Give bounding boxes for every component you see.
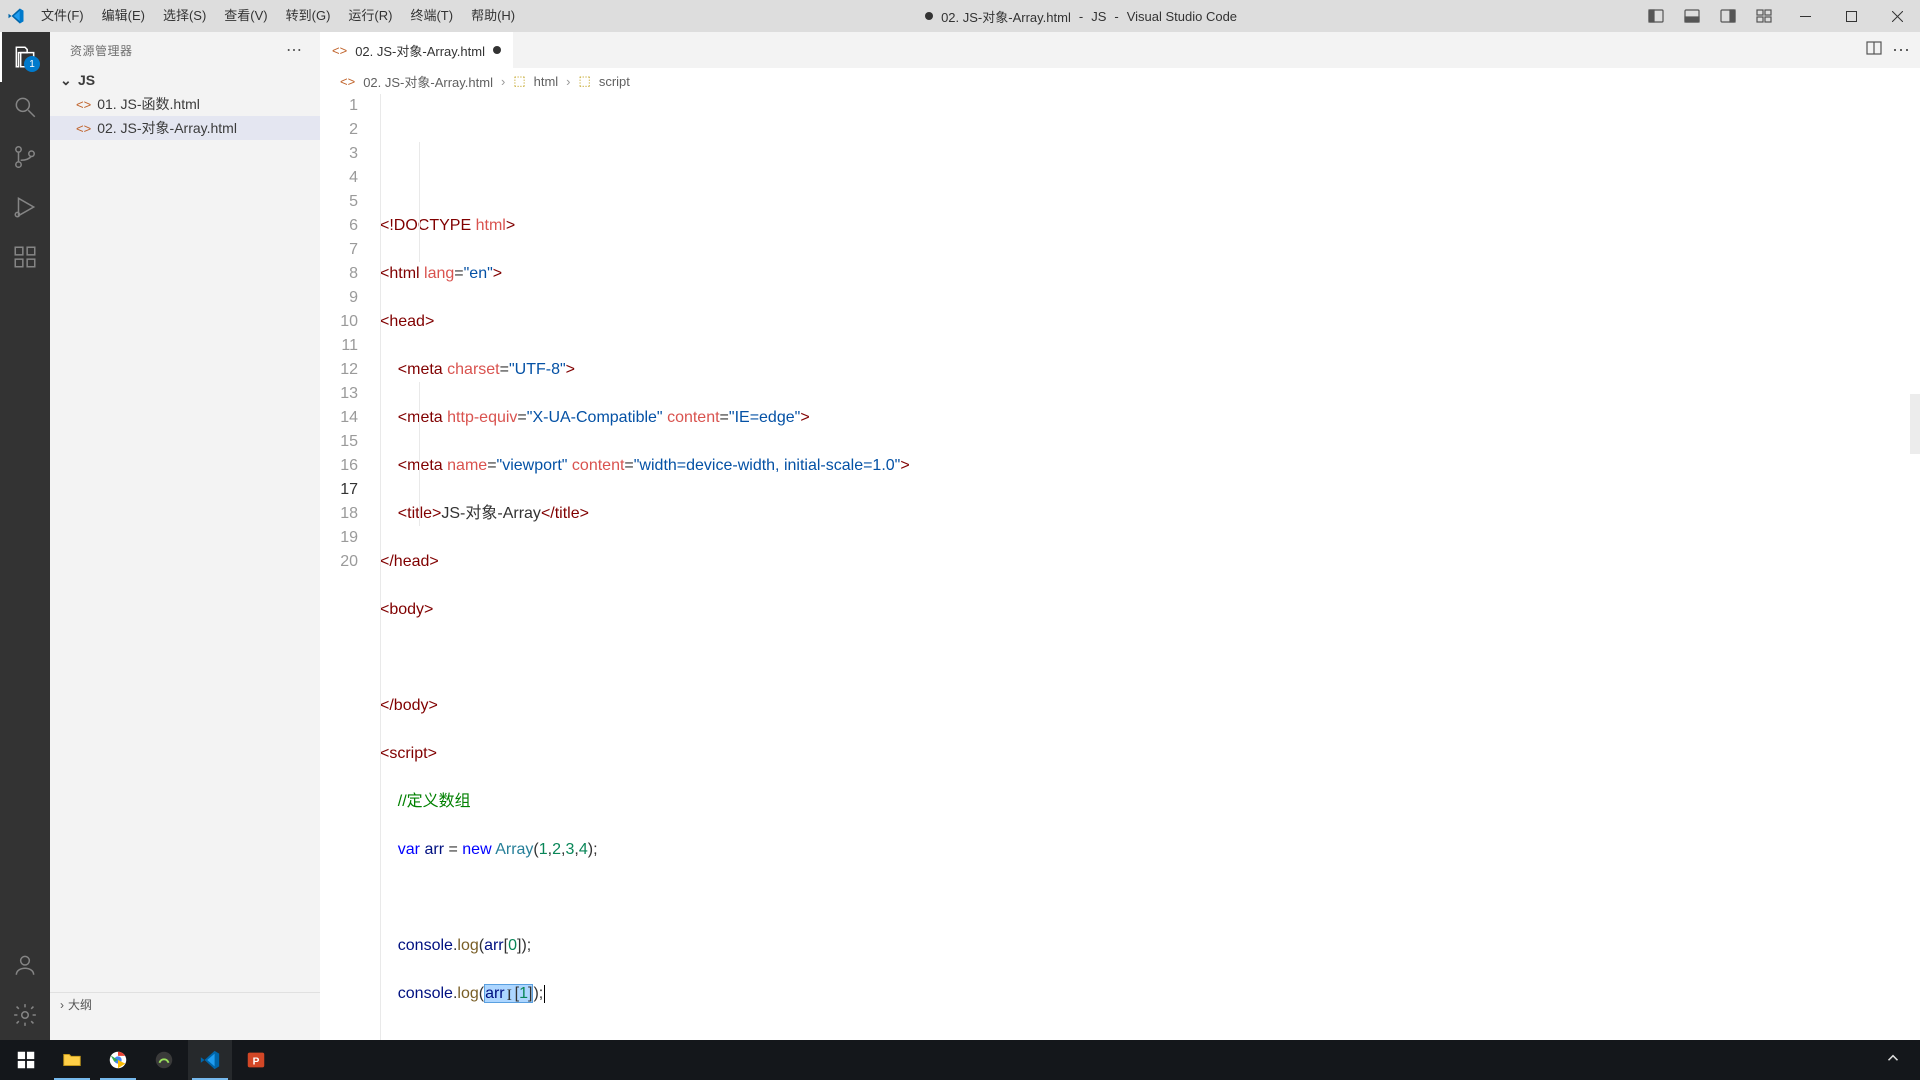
chevron-down-icon: ⌄ (60, 72, 74, 89)
chevron-right-icon: › (501, 74, 505, 89)
tab-modified-dot-icon (493, 46, 501, 54)
menu-file[interactable]: 文件(F) (32, 0, 93, 32)
symbol-module-icon: ⬚ (579, 73, 591, 89)
editor-selection: arr[1] (484, 984, 533, 1003)
line-number-gutter: 1234567891011121314151617181920 (320, 94, 380, 1040)
crumb-html[interactable]: html (534, 74, 559, 89)
symbol-module-icon: ⬚ (513, 73, 525, 89)
menu-bar: 文件(F) 编辑(E) 选择(S) 查看(V) 转到(G) 运行(R) 终端(T… (32, 0, 524, 32)
title-bar: 文件(F) 编辑(E) 选择(S) 查看(V) 转到(G) 运行(R) 终端(T… (0, 0, 1920, 32)
minimap-viewport[interactable] (1910, 394, 1920, 454)
activity-accounts[interactable] (0, 940, 50, 990)
editor-caret (544, 985, 545, 1003)
activity-settings[interactable] (0, 990, 50, 1040)
file-tree: ⌄ JS <> 01. JS-函数.html <> 02. JS-对象-Arra… (50, 68, 320, 140)
activity-explorer[interactable]: 1 (0, 32, 50, 82)
chevron-right-icon: › (60, 998, 64, 1012)
window-title: 02. JS-对象-Array.html - JS - Visual Studi… (524, 7, 1638, 26)
breadcrumbs[interactable]: <> 02. JS-对象-Array.html › ⬚ html › ⬚ scr… (320, 68, 1920, 94)
outline-label: 大纲 (68, 996, 92, 1013)
chevron-right-icon: › (566, 74, 570, 89)
title-project: JS (1091, 9, 1106, 24)
window-minimize-button[interactable] (1782, 0, 1828, 32)
toggle-primary-sidebar-icon[interactable] (1638, 0, 1674, 32)
vscode-logo-icon (0, 7, 32, 25)
menu-run[interactable]: 运行(R) (339, 0, 401, 32)
taskbar-chrome[interactable] (96, 1040, 140, 1080)
tree-root-label: JS (78, 72, 95, 88)
modified-dot-icon (925, 12, 933, 20)
explorer-badge: 1 (24, 56, 40, 72)
file-item[interactable]: <> 02. JS-对象-Array.html (50, 116, 320, 140)
crumb-file[interactable]: 02. JS-对象-Array.html (363, 72, 493, 91)
tab-label: 02. JS-对象-Array.html (355, 41, 485, 60)
title-app: Visual Studio Code (1127, 9, 1237, 24)
taskbar-tray-chevron[interactable] (1884, 1049, 1916, 1072)
editor-tab[interactable]: <> 02. JS-对象-Array.html (320, 32, 514, 68)
menu-edit[interactable]: 编辑(E) (93, 0, 154, 32)
code-content[interactable]: <!DOCTYPE html> <html lang="en"> <head> … (380, 94, 1920, 1040)
html-file-icon: <> (76, 121, 91, 136)
more-actions-icon[interactable]: ⋯ (1892, 40, 1910, 61)
tree-root[interactable]: ⌄ JS (50, 68, 320, 92)
crumb-script[interactable]: script (599, 74, 630, 89)
split-editor-icon[interactable] (1866, 40, 1882, 61)
sidebar-header: 资源管理器 ⋯ (50, 32, 320, 68)
activity-extensions[interactable] (0, 232, 50, 282)
menu-terminal[interactable]: 终端(T) (401, 0, 462, 32)
file-name: 01. JS-函数.html (97, 94, 200, 114)
taskbar-file-explorer[interactable] (50, 1040, 94, 1080)
menu-go[interactable]: 转到(G) (277, 0, 340, 32)
menu-view[interactable]: 查看(V) (215, 0, 276, 32)
title-sep2: - (1114, 9, 1118, 24)
sidebar-title: 资源管理器 (70, 42, 133, 59)
window-maximize-button[interactable] (1828, 0, 1874, 32)
taskbar-vscode[interactable] (188, 1040, 232, 1080)
menu-select[interactable]: 选择(S) (154, 0, 215, 32)
toggle-panel-icon[interactable] (1674, 0, 1710, 32)
activity-run-debug[interactable] (0, 182, 50, 232)
text-cursor-icon (505, 986, 515, 1002)
taskbar-powerpoint[interactable]: P (234, 1040, 278, 1080)
menu-help[interactable]: 帮助(H) (462, 0, 524, 32)
html-file-icon: <> (332, 43, 347, 58)
taskbar-start[interactable] (4, 1040, 48, 1080)
svg-text:P: P (253, 1057, 260, 1068)
file-name: 02. JS-对象-Array.html (97, 118, 237, 138)
code-editor[interactable]: 1234567891011121314151617181920 <!DOCTYP… (320, 94, 1920, 1040)
outline-section[interactable]: › 大纲 (50, 992, 320, 1016)
editor-tabs: <> 02. JS-对象-Array.html ⋯ (320, 32, 1920, 68)
activity-search[interactable] (0, 82, 50, 132)
editor-group: <> 02. JS-对象-Array.html ⋯ <> 02. JS-对象-A… (320, 32, 1920, 1040)
activity-source-control[interactable] (0, 132, 50, 182)
title-filename: 02. JS-对象-Array.html (941, 7, 1071, 26)
file-item[interactable]: <> 01. JS-函数.html (50, 92, 320, 116)
customize-layout-icon[interactable] (1746, 0, 1782, 32)
sidebar-more-icon[interactable]: ⋯ (286, 40, 304, 60)
explorer-sidebar: 资源管理器 ⋯ ⌄ JS <> 01. JS-函数.html <> 02. JS… (50, 32, 320, 1040)
toggle-secondary-sidebar-icon[interactable] (1710, 0, 1746, 32)
html-file-icon: <> (76, 97, 91, 112)
taskbar-app[interactable] (142, 1040, 186, 1080)
window-close-button[interactable] (1874, 0, 1920, 32)
title-sep: - (1079, 9, 1083, 24)
html-file-icon: <> (340, 74, 355, 89)
windows-taskbar: P (0, 1040, 1920, 1080)
activity-bar: 1 (0, 32, 50, 1040)
